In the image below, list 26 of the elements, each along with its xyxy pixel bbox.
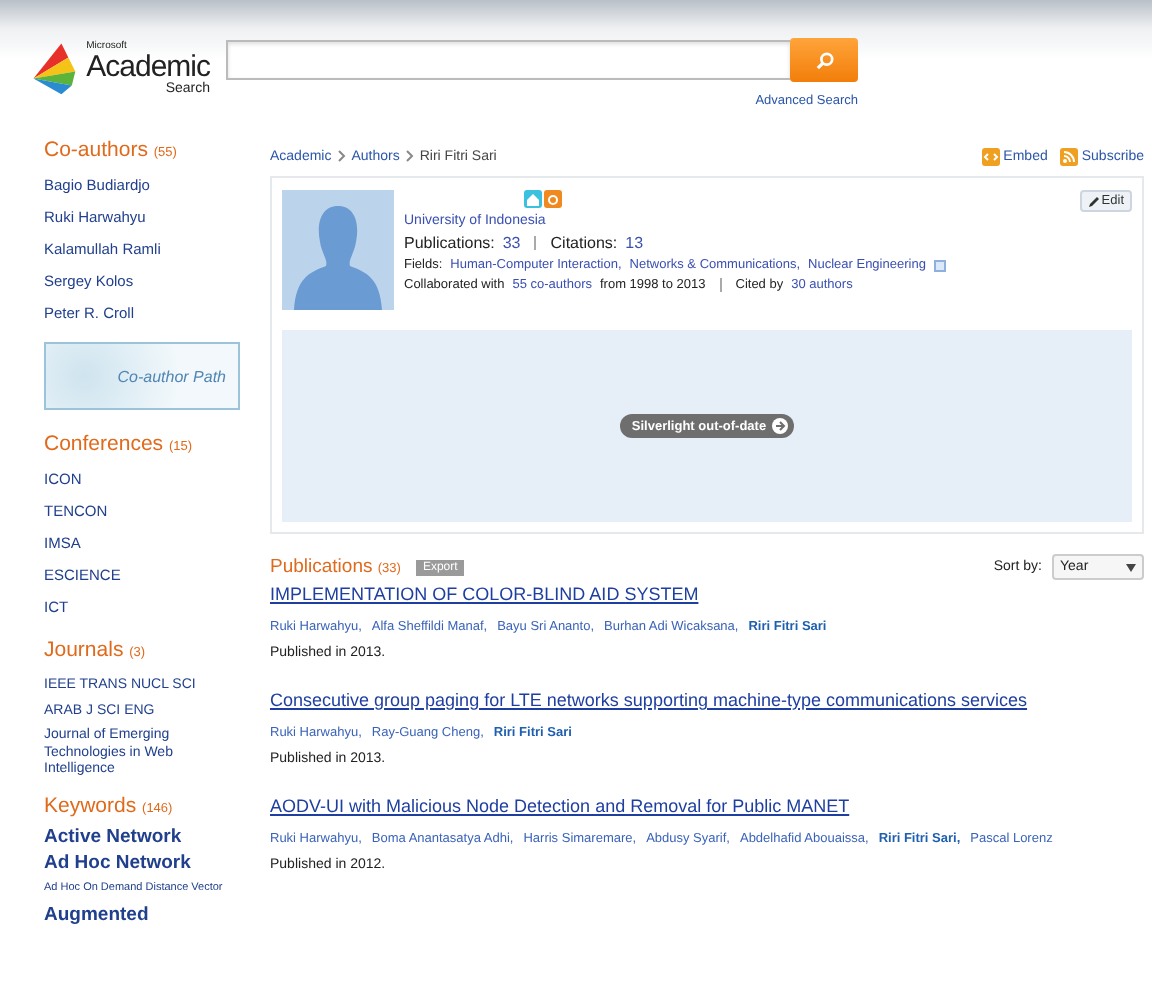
- citations-label: Citations:: [550, 234, 618, 252]
- chevron-icon: [405, 150, 414, 162]
- coauthor-path-button[interactable]: Co-author Path: [44, 342, 240, 410]
- search-button[interactable]: [790, 38, 858, 82]
- info-icon: [933, 259, 946, 271]
- search-field[interactable]: [226, 40, 790, 80]
- citations-count-link[interactable]: 13: [625, 234, 644, 252]
- keyword-link[interactable]: Augmented: [44, 903, 149, 925]
- blog-icon: [544, 190, 562, 208]
- keyword-link[interactable]: Ad Hoc Network: [44, 851, 191, 873]
- publication-title-link[interactable]: IMPLEMENTATION OF COLOR-BLIND AID SYSTEM: [270, 580, 1144, 608]
- rss-icon: [1059, 147, 1078, 165]
- caret-icon: [1126, 563, 1136, 571]
- chevron-icon: [337, 150, 346, 162]
- home-icon: [524, 190, 542, 208]
- publication-title-link[interactable]: AODV-UI with Malicious Node Detection and Removal for Public MANET: [270, 792, 1144, 820]
- publications-count-link[interactable]: 33: [502, 234, 521, 252]
- publication-title-link[interactable]: Consecutive group paging for LTE networks supporting machine-type communications services: [270, 686, 1144, 714]
- arrow-icon: [772, 418, 789, 434]
- publications-label: Publications:: [404, 234, 495, 252]
- avatar-silhouette: [282, 190, 394, 310]
- logo-name: Academic: [86, 51, 210, 81]
- pencil-icon: [1087, 195, 1100, 207]
- code-icon: [981, 147, 1000, 165]
- search-icon: [815, 51, 833, 69]
- keyword-link[interactable]: Active Network: [44, 825, 182, 847]
